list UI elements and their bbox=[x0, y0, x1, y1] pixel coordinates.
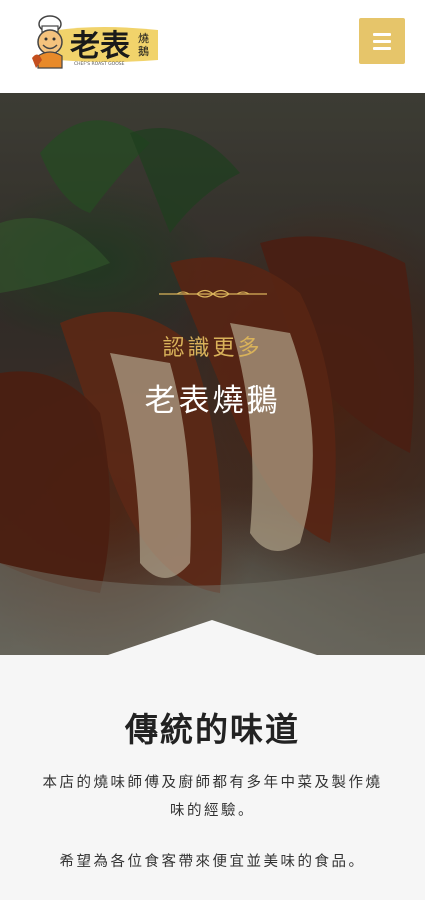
gold-ornament-divider bbox=[159, 289, 267, 298]
hero-banner: 認識更多 老表燒鵝 bbox=[0, 93, 425, 655]
section-notch-divider bbox=[0, 620, 425, 656]
hero-title: 老表燒鵝 bbox=[144, 383, 281, 419]
hamburger-menu-button[interactable] bbox=[359, 18, 405, 64]
about-paragraph-1: 本店的燒味師傅及廚師都有多年中菜及製作燒味的經驗。 bbox=[42, 775, 383, 819]
hero-subtitle: 認識更多 bbox=[162, 336, 263, 361]
logo-side-text: 燒 bbox=[138, 31, 149, 45]
about-heading: 傳統的味道 bbox=[125, 710, 300, 749]
hamburger-menu-icon bbox=[373, 32, 391, 36]
about-paragraph-2: 希望為各位食客帶來便宜並美味的食品。 bbox=[59, 854, 366, 870]
logo-side-text-2: 鵝 bbox=[138, 44, 149, 58]
site-header: 老表 燒 鵝 CHEF'S ROAST GOOSE bbox=[0, 0, 425, 93]
logo-tagline: CHEF'S ROAST GOOSE bbox=[74, 61, 125, 67]
brand-logo[interactable]: 老表 燒 鵝 CHEF'S ROAST GOOSE bbox=[30, 12, 160, 70]
about-section: 傳統的味道 本店的燒味師傅及廚師都有多年中菜及製作燒味的經驗。 希望為各位食客帶… bbox=[0, 655, 425, 900]
logo-wordmark: 老表 bbox=[70, 29, 130, 64]
